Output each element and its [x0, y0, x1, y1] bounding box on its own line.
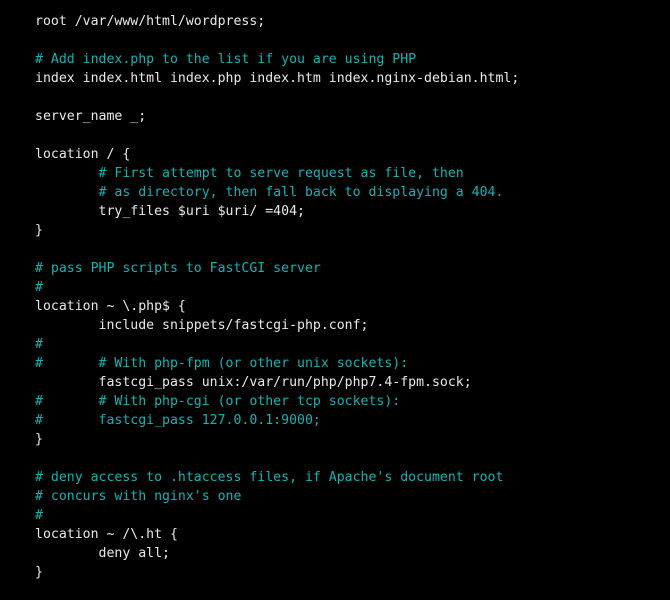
- terminal-line: }: [35, 223, 43, 238]
- terminal-line: server_name _;: [35, 109, 147, 124]
- terminal-line: # # With php-fpm (or other unix sockets)…: [35, 356, 409, 371]
- terminal-line: location ~ /\.ht {: [35, 527, 178, 542]
- terminal-line: # First attempt to serve request as file…: [35, 166, 464, 181]
- terminal-line: index index.html index.php index.htm ind…: [35, 71, 520, 86]
- terminal-line: # Add index.php to the list if you are u…: [35, 52, 417, 67]
- terminal-line: # concurs with nginx's one: [35, 489, 242, 504]
- terminal-line: #: [35, 280, 43, 295]
- terminal-line: }: [35, 565, 43, 580]
- terminal-line: # pass PHP scripts to FastCGI server: [35, 261, 321, 276]
- terminal-line: }: [35, 432, 43, 447]
- terminal-line: # deny access to .htaccess files, if Apa…: [35, 470, 504, 485]
- terminal-line: location / {: [35, 147, 131, 162]
- terminal-line: # fastcgi_pass 127.0.0.1:9000;: [35, 413, 321, 428]
- terminal-line: root /var/www/html/wordpress;: [35, 14, 266, 29]
- terminal-line: location ~ \.php$ {: [35, 299, 186, 314]
- terminal-line: #: [35, 337, 43, 352]
- terminal-line: # # With php-cgi (or other tcp sockets):: [35, 394, 401, 409]
- terminal-line: try_files $uri $uri/ =404;: [35, 204, 305, 219]
- terminal-line: fastcgi_pass unix:/var/run/php/php7.4-fp…: [35, 375, 472, 390]
- terminal-text-output[interactable]: root /var/www/html/wordpress; # Add inde…: [0, 0, 670, 600]
- terminal-line: include snippets/fastcgi-php.conf;: [35, 318, 369, 333]
- terminal-line: #: [35, 508, 43, 523]
- terminal-line: # as directory, then fall back to displa…: [35, 185, 504, 200]
- terminal-line: deny all;: [35, 546, 170, 561]
